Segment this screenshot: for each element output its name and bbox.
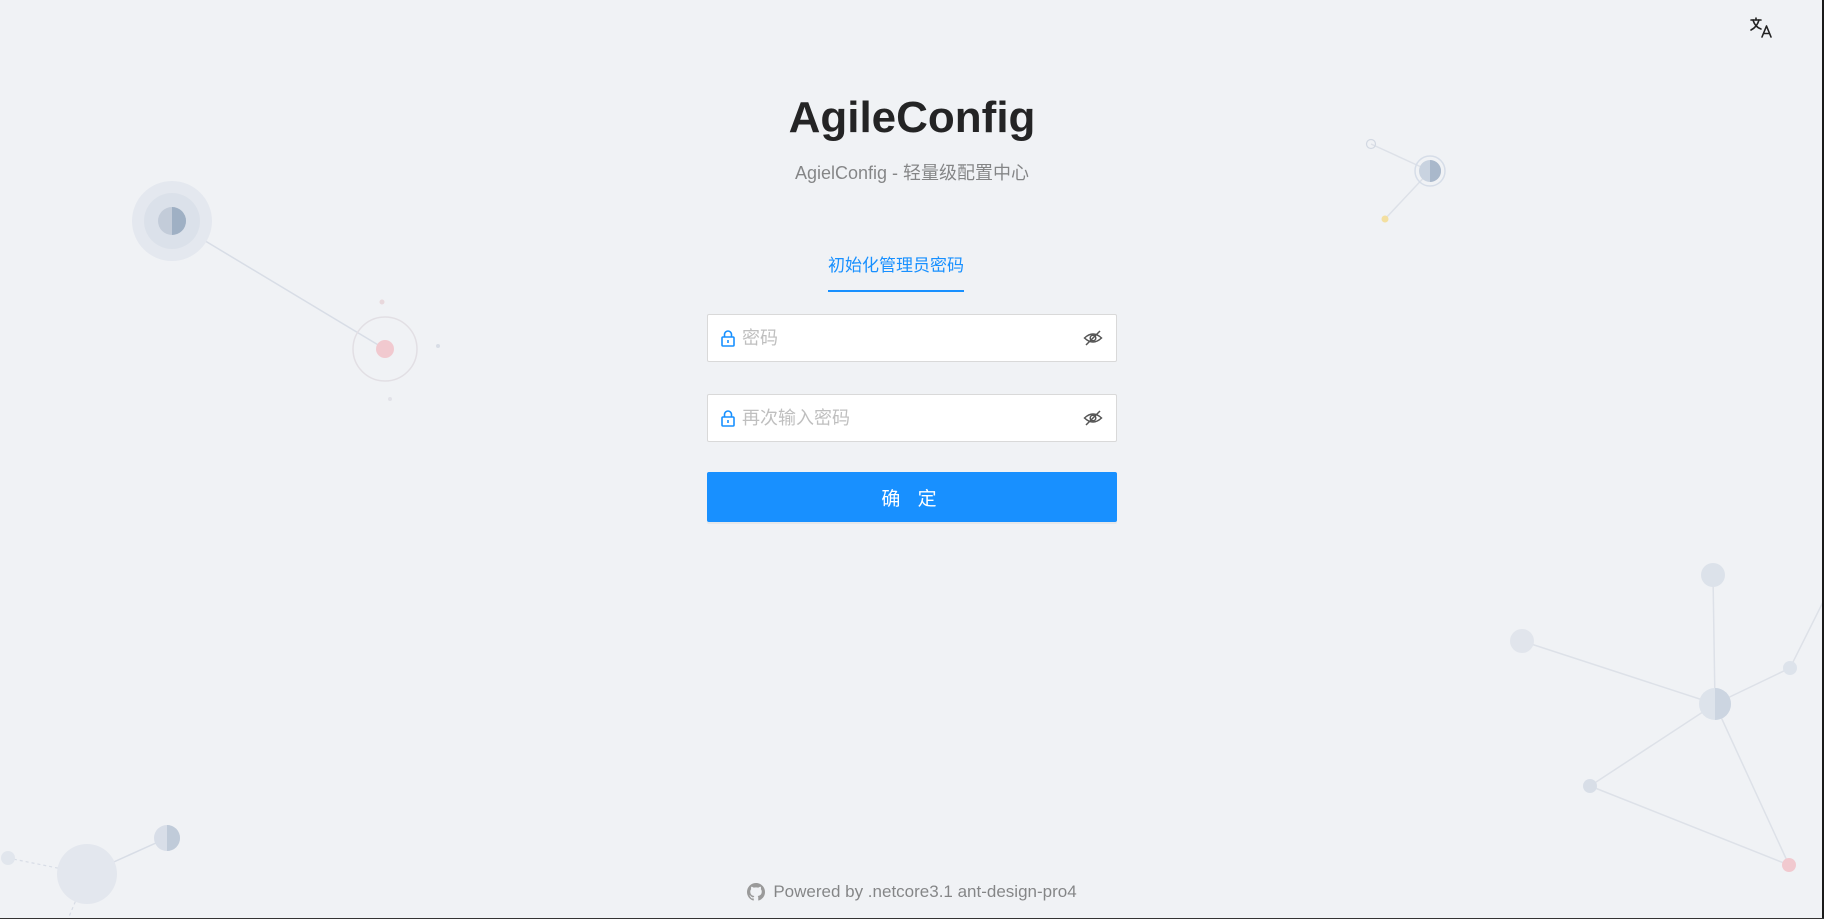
lock-icon bbox=[720, 409, 736, 427]
page-title: AgileConfig bbox=[788, 93, 1036, 142]
page-subtitle: AgielConfig - 轻量级配置中心 bbox=[794, 163, 1030, 183]
login-page: AgileConfig AgielConfig - 轻量级配置中心 初始化管理员… bbox=[0, 0, 1824, 919]
lock-icon bbox=[720, 329, 736, 347]
page-header: AgileConfig AgielConfig - 轻量级配置中心 bbox=[0, 88, 1824, 186]
init-password-form: 确 定 bbox=[707, 314, 1117, 522]
github-icon[interactable] bbox=[747, 883, 766, 901]
tab-init-admin-password[interactable]: 初始化管理员密码 bbox=[828, 250, 964, 292]
confirm-password-input[interactable] bbox=[742, 398, 1082, 438]
page-footer: Powered by .netcore3.1 ant-design-pro4 bbox=[0, 882, 1824, 902]
translate-icon bbox=[1749, 16, 1773, 44]
footer-text[interactable]: Powered by .netcore3.1 ant-design-pro4 bbox=[773, 882, 1076, 902]
confirm-password-field bbox=[707, 394, 1117, 442]
language-switch-button[interactable] bbox=[1744, 16, 1778, 44]
login-tabs: 初始化管理员密码 bbox=[0, 250, 1824, 292]
submit-button[interactable]: 确 定 bbox=[707, 472, 1117, 522]
eye-invisible-icon[interactable] bbox=[1082, 327, 1104, 349]
eye-invisible-icon[interactable] bbox=[1082, 407, 1104, 429]
password-field bbox=[707, 314, 1117, 362]
password-input[interactable] bbox=[742, 318, 1082, 358]
